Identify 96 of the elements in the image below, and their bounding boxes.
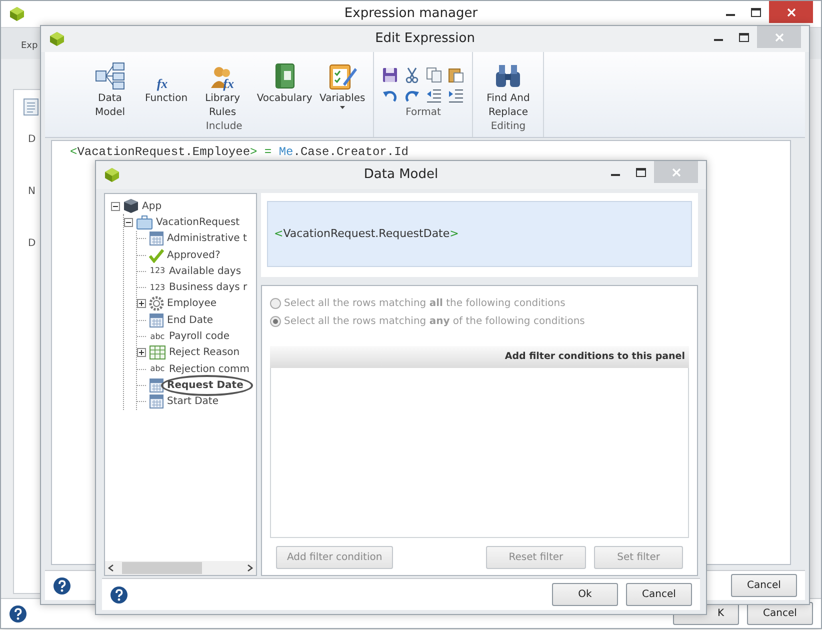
undo-icon[interactable] bbox=[382, 88, 398, 104]
code-token: < bbox=[70, 145, 78, 159]
calendar-icon bbox=[149, 312, 164, 328]
minimize-icon bbox=[726, 14, 734, 16]
type-label: abc bbox=[149, 363, 166, 376]
help-icon[interactable] bbox=[9, 604, 27, 622]
tree-item[interactable]: Start Date bbox=[167, 394, 219, 410]
horizontal-scrollbar[interactable] bbox=[105, 561, 256, 575]
window-title: Edit Expression bbox=[375, 30, 475, 48]
type-label: abc bbox=[149, 330, 166, 343]
window-title: Expression manager bbox=[344, 5, 478, 24]
code-token: = bbox=[263, 145, 273, 159]
radio-label: Select all the rows matching all the following conditions bbox=[284, 297, 566, 311]
ribbon-button[interactable]: fx Function bbox=[143, 56, 190, 106]
type-label: 123 bbox=[149, 265, 166, 278]
window-title: Data Model bbox=[364, 166, 438, 184]
dialog-button[interactable]: Cancel bbox=[626, 583, 692, 606]
tab[interactable]: Exp bbox=[21, 41, 38, 51]
calendar-icon bbox=[149, 231, 164, 246]
ribbon-button[interactable]: Vocabulary bbox=[256, 56, 314, 106]
maximize-icon bbox=[739, 32, 749, 42]
close-icon bbox=[774, 32, 784, 42]
scroll-left-icon[interactable] bbox=[108, 564, 114, 572]
expander-button[interactable] bbox=[111, 202, 120, 211]
ribbon-group-label: Editing bbox=[490, 120, 527, 134]
maximize-icon bbox=[751, 8, 761, 16]
clipboard-icon bbox=[327, 62, 358, 90]
close-button[interactable] bbox=[769, 1, 813, 23]
field-label: D bbox=[28, 237, 36, 251]
ribbon-button[interactable]: Find And Replace bbox=[479, 56, 538, 119]
book-icon bbox=[272, 62, 297, 90]
maximize-icon bbox=[636, 168, 646, 176]
close-icon bbox=[672, 168, 680, 176]
radio-label: Select all the rows matching any of the following conditions bbox=[284, 315, 585, 329]
tree-item[interactable]: Employee bbox=[167, 296, 217, 312]
code-token: .Case.Creator.Id bbox=[293, 145, 408, 159]
radio-button[interactable] bbox=[270, 298, 281, 309]
scroll-right-icon[interactable] bbox=[247, 564, 253, 572]
ribbon-button[interactable]: fx Library Rules bbox=[194, 56, 252, 119]
expander-button[interactable] bbox=[124, 218, 133, 227]
tree-item[interactable]: End Date bbox=[167, 312, 214, 328]
gear-icon bbox=[149, 296, 164, 312]
dialog-button[interactable]: Ok bbox=[552, 583, 618, 606]
dialog-button[interactable]: Cancel bbox=[731, 574, 797, 597]
help-icon[interactable] bbox=[110, 586, 128, 604]
code-token: Me bbox=[278, 145, 294, 159]
ribbon-button[interactable]: Data Model bbox=[81, 56, 139, 119]
code-token: VacationRequest.Employee bbox=[77, 145, 250, 159]
type-label: 123 bbox=[149, 282, 166, 294]
tree-item[interactable]: Request Date bbox=[161, 374, 254, 396]
scissors-icon[interactable] bbox=[404, 67, 420, 83]
logo-icon bbox=[49, 31, 65, 47]
copy-icon[interactable] bbox=[426, 67, 442, 83]
radio-button[interactable] bbox=[270, 316, 281, 327]
tree-item[interactable]: Business days r bbox=[169, 280, 248, 296]
outdent-icon[interactable] bbox=[426, 88, 442, 104]
logo-icon bbox=[104, 167, 120, 183]
field-label: N bbox=[28, 185, 36, 199]
tree-item[interactable]: Rejection comm bbox=[169, 362, 250, 377]
calendar-icon bbox=[149, 394, 164, 410]
function-icon: fx bbox=[156, 77, 168, 90]
minimize-icon bbox=[610, 174, 620, 176]
plus-icon bbox=[138, 349, 145, 356]
minimize-icon bbox=[714, 39, 722, 41]
close-icon bbox=[786, 8, 796, 16]
checkmark-icon bbox=[149, 248, 164, 263]
code-token: > bbox=[250, 145, 258, 159]
field-label: D bbox=[28, 133, 36, 147]
tree-item[interactable]: Payroll code bbox=[169, 329, 230, 344]
tree-item[interactable]: VacationRequest bbox=[156, 214, 240, 230]
paste-icon[interactable] bbox=[448, 67, 464, 83]
ribbon-group-label: Include bbox=[204, 120, 244, 134]
expander-button[interactable] bbox=[137, 299, 146, 308]
redo-icon[interactable] bbox=[404, 88, 420, 104]
table-icon bbox=[149, 345, 166, 360]
preview-text: <VacationRequest.RequestDate> bbox=[274, 226, 459, 242]
tree-item[interactable]: App bbox=[142, 198, 162, 214]
indent-icon[interactable] bbox=[448, 88, 464, 104]
scrollbar-thumb[interactable] bbox=[122, 562, 202, 574]
expander-button[interactable] bbox=[137, 348, 146, 358]
ribbon-button[interactable]: Variables bbox=[318, 56, 368, 108]
tree-item[interactable]: Approved? bbox=[167, 248, 220, 263]
tree-item[interactable]: Available days bbox=[169, 264, 242, 279]
calendar-icon bbox=[149, 378, 164, 393]
briefcase-icon bbox=[136, 214, 153, 230]
ribbon-group-label: Format bbox=[404, 106, 442, 120]
diagram-icon bbox=[95, 62, 125, 90]
plus-icon bbox=[138, 300, 145, 308]
filter-panel-header: Add filter conditions to this panel bbox=[270, 346, 689, 368]
logo-icon bbox=[9, 6, 25, 22]
function-icon: fx bbox=[223, 77, 234, 90]
save-icon[interactable] bbox=[382, 67, 398, 83]
tree-item[interactable]: Reject Reason bbox=[169, 345, 240, 360]
cube-icon bbox=[123, 198, 139, 214]
help-icon[interactable] bbox=[53, 576, 71, 594]
tree-item[interactable]: Administrative t bbox=[167, 231, 247, 246]
